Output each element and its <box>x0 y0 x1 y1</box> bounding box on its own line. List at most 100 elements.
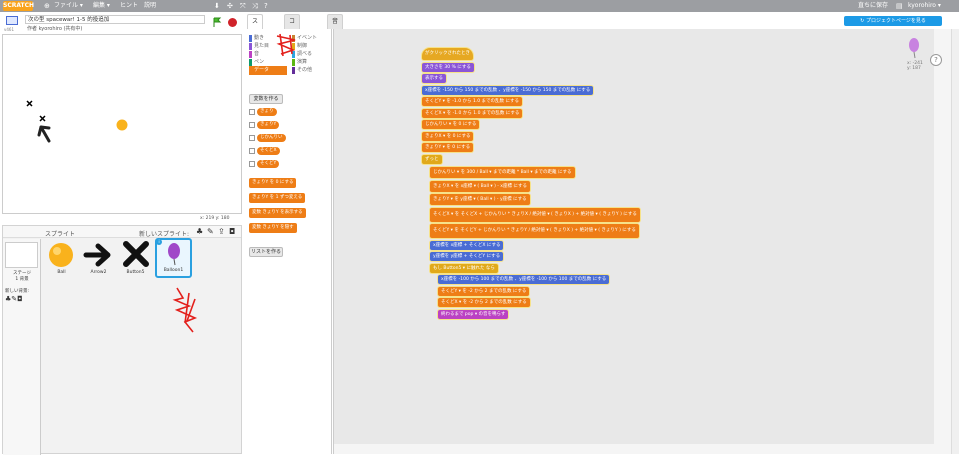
tab-sounds[interactable]: 音 <box>327 14 344 29</box>
user-menu[interactable]: kyorohiro ▾ <box>908 0 941 12</box>
sprite-name: Button5 <box>126 270 145 275</box>
sprite-thumb-balloon1[interactable]: i Balloon1 <box>155 238 192 278</box>
sprites-header: スプライト <box>45 231 76 238</box>
script-block[interactable]: がクリックされたとき <box>422 48 473 60</box>
variable-reporter[interactable]: じかんりい <box>257 134 286 142</box>
stage-thumb-column: ステージ 1 背景 新しい背景: ♣✎◘ <box>3 239 41 455</box>
variable-reporter[interactable]: きょりY <box>257 121 280 129</box>
category-9[interactable]: その他 <box>292 66 330 75</box>
script-block[interactable]: きょりX ▾ を x座標 ▾ ( Ball ▾ ) - x座標 にする <box>430 180 530 192</box>
script-block[interactable]: じかんりい ▾ を 0 にする <box>422 120 480 129</box>
project-title-input[interactable]: 次の型 spacewar! 1-5 的投追加 <box>25 15 205 24</box>
script-block[interactable]: もし Button5 ▾ に触れた なら <box>430 263 498 273</box>
data-block[interactable]: 変数 きょりY を表示する <box>249 208 306 218</box>
red-scribble-annotation <box>276 33 296 57</box>
see-project-page-button[interactable]: ↻ プロジェクトページを見る <box>844 16 942 26</box>
marker-x-1 <box>26 100 33 107</box>
save-now-link[interactable]: 直ちに保存 <box>858 0 888 12</box>
script-block[interactable]: じかんりい ▾ を 300 / Ball ▾ までの距離 * Ball ▾ まで… <box>430 167 575 178</box>
see-project-page-label: プロジェクトページを見る <box>865 18 926 24</box>
script-block[interactable]: きょりX ▾ を 0 にする <box>422 131 474 141</box>
menu-tips[interactable]: ヒント <box>120 0 138 12</box>
script-block[interactable]: そくどX ▾ を -2 から 2 までの乱数 にする <box>438 298 530 307</box>
marker-x-2 <box>39 115 46 122</box>
scripts-area[interactable]: x: -241 y: 187 ? がクリックされたとき 大きさを 30 % にする… <box>333 29 959 454</box>
globe-icon[interactable]: ⊕ <box>44 0 50 12</box>
script-block[interactable]: 表示する <box>422 74 446 83</box>
ball-sprite[interactable] <box>116 119 128 131</box>
help-icon[interactable]: ? <box>930 54 942 66</box>
script-block[interactable]: きょりY ▾ を 0 にする <box>422 143 474 152</box>
paint-brush-icon[interactable]: ✎ <box>207 227 214 236</box>
data-block[interactable]: きょりY を 1 ずつ変える <box>249 193 306 203</box>
vertical-scrollbar[interactable] <box>951 29 959 454</box>
script-block[interactable]: そくどY ▾ を そくどY + じかんりい * きょりY / 絶対値 ▾ ( き… <box>430 224 639 238</box>
info-icon[interactable]: i <box>156 239 162 245</box>
folder-icon[interactable]: ▤ <box>896 0 903 12</box>
make-list-button[interactable]: リストを作る <box>249 247 283 257</box>
stage-thumbnail[interactable] <box>5 242 38 268</box>
stop-button[interactable] <box>228 18 237 27</box>
script-block[interactable]: 終わるまで pop ▾ の音を鳴らす <box>438 309 509 319</box>
grow-icon[interactable]: ⤧ <box>240 0 246 12</box>
data-block[interactable]: 変数 きょりY を隠す <box>249 223 297 233</box>
tab-costumes[interactable]: コスチューム <box>284 14 301 95</box>
sprite-thumb-button5[interactable]: Button5 <box>118 240 153 278</box>
data-block[interactable]: きょりY を 0 にする <box>249 178 297 188</box>
camera-icon[interactable]: ◘ <box>229 227 235 236</box>
shrink-icon[interactable]: ⤨ <box>252 0 258 12</box>
new-backdrop-label: 新しい背景: <box>5 289 30 294</box>
sprite-name: Ball <box>57 270 66 275</box>
fullscreen-icon[interactable] <box>6 16 18 25</box>
variable-checkbox[interactable] <box>249 161 255 167</box>
script-block[interactable]: きょりY ▾ を y座標 ▾ ( Ball ▾ ) - y座標 にする <box>430 194 530 205</box>
variable-reporter[interactable]: そくどX <box>257 147 280 155</box>
script-block[interactable]: そくどX ▾ を -1.0 から 1.0 までの乱数 にする <box>422 108 523 118</box>
variable-reporter[interactable]: そくどY <box>257 160 280 168</box>
duplicate-icon[interactable]: ⬇ <box>214 0 220 12</box>
menu-about[interactable]: 説明 <box>144 0 156 12</box>
variable-checkbox[interactable] <box>249 109 255 115</box>
cut-icon[interactable]: ✣ <box>227 0 233 12</box>
category-8[interactable]: データ <box>249 66 287 75</box>
new-sprite-label: 新しいスプライト: <box>139 231 190 238</box>
menu-edit[interactable]: 編集 ▾ <box>93 0 110 12</box>
upload-icon[interactable]: ⇪ <box>218 227 225 236</box>
make-variable-button[interactable]: 変数を作る <box>249 94 283 104</box>
sprite-library-icon[interactable]: ♣ <box>196 227 203 236</box>
mouse-coordinates: x: 219 y: 180 <box>200 216 230 221</box>
variable-checkbox[interactable] <box>249 122 255 128</box>
script-block[interactable]: そくどY ▾ を -1.0 から 1.0 までの乱数 にする <box>422 97 523 106</box>
sprite-thumb-ball[interactable]: Ball <box>44 240 79 278</box>
sprite-thumb-arrow2[interactable]: Arrow2 <box>81 240 116 278</box>
sprite-position-label: x: -241 y: 187 <box>907 61 923 71</box>
variable-checkbox[interactable] <box>249 148 255 154</box>
stage-label: ステージ 1 背景 <box>13 271 31 282</box>
stage-header: v461 次の型 spacewar! 1-5 的投追加 作者 kyorohiro… <box>0 12 243 34</box>
help-icon[interactable]: ? <box>264 0 268 12</box>
scratch-logo[interactable]: SCRATCH <box>3 1 34 11</box>
author-label: 作者 kyorohiro (共有中) <box>27 26 83 32</box>
script-block[interactable]: y座標を y座標 + そくどY にする <box>430 252 504 261</box>
script-block[interactable]: x座標を x座標 + そくどX にする <box>430 240 504 250</box>
script-block[interactable]: x座標を -150 から 150 までの乱数 、y座標を -150 から 150… <box>422 85 594 95</box>
variable-reporter[interactable]: きょり <box>257 108 277 116</box>
sprite-name: Balloon1 <box>163 268 184 273</box>
script-block[interactable]: そくどY ▾ を -2 から 2 までの乱数 にする <box>438 286 530 296</box>
stage[interactable] <box>2 34 242 214</box>
script-block[interactable]: 大きさを 30 % にする <box>422 62 474 72</box>
red-scribble-annotation <box>172 287 198 333</box>
menu-bar: SCRATCH ⊕ ファイル ▾ 編集 ▾ ヒント 説明 ⬇ ✣ ⤧ ⤨ ? 直… <box>0 0 959 12</box>
script-block[interactable]: そくどX ▾ を そくどX + じかんりい * きょりX / 絶対値 ▾ ( き… <box>430 207 640 222</box>
backdrop-tools-icon[interactable]: ♣✎◘ <box>5 295 23 303</box>
variable-checkbox[interactable] <box>249 135 255 141</box>
stage-canvas <box>26 100 128 143</box>
green-flag-icon[interactable] <box>212 17 222 27</box>
sprite-name: Arrow2 <box>90 270 107 275</box>
tab-scripts[interactable]: スクリプト <box>247 14 264 81</box>
script-block[interactable]: ずっと <box>422 154 442 164</box>
script-block[interactable]: x座標を -100 から 100 までの乱数 、y座標を -100 から 100… <box>438 275 610 284</box>
version-label: v461 <box>4 27 15 32</box>
arrow-sprite[interactable] <box>37 125 51 143</box>
menu-file[interactable]: ファイル ▾ <box>54 0 83 12</box>
